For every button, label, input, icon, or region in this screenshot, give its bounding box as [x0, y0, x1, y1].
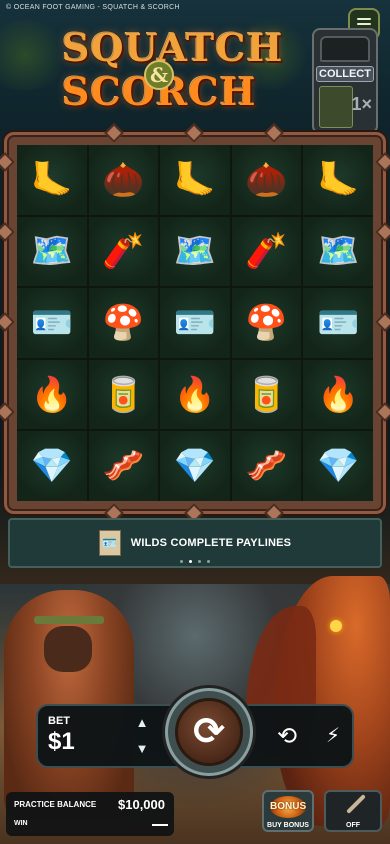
frame-stud — [375, 312, 390, 332]
pine-branch-left — [0, 20, 70, 90]
symbol-cell: 🌰 — [88, 145, 159, 215]
autoplay-button[interactable]: ⟲ — [272, 722, 302, 752]
symbol-cell: 🔥 — [17, 359, 87, 430]
bet-label: BET — [48, 715, 70, 727]
chevron-down-icon[interactable]: ▼ — [134, 742, 150, 756]
frame-stud — [0, 402, 15, 422]
bet-value: $1 — [48, 728, 75, 755]
frame-stud — [375, 402, 390, 422]
dragon-character — [246, 576, 390, 826]
bonus-badge: BONUS — [270, 796, 306, 818]
symbol-cell: 🦶 — [303, 145, 373, 215]
game-screen: © OCEAN FOOT GAMING - SQUATCH & SCORCH S… — [0, 0, 390, 844]
symbol-cell: 🍄 — [88, 288, 159, 358]
frame-stud — [0, 222, 15, 242]
symbol-cell: 🪪 — [17, 288, 87, 358]
logo-ampersand: & — [144, 60, 174, 90]
squatch-face — [44, 626, 92, 672]
symbol-cell: 🔥 — [303, 359, 373, 430]
frame-stud — [375, 152, 390, 172]
frame-stud — [264, 123, 284, 143]
refresh-icon: ⟳ — [193, 711, 225, 753]
headband — [34, 616, 104, 624]
off-label: OFF — [346, 822, 360, 829]
frame-stud — [0, 152, 15, 172]
symbol-cell: 🗺️ — [303, 216, 373, 287]
carousel-dot[interactable] — [207, 560, 210, 563]
symbol-cell: 🧨 — [231, 216, 302, 287]
collect-multiplier: 1× — [351, 94, 372, 114]
win-label: WIN — [14, 820, 28, 827]
symbol-cell: 💎 — [303, 431, 373, 501]
carousel-dot[interactable] — [180, 560, 183, 563]
truck-icon — [320, 36, 370, 62]
banner-text: WILDS COMPLETE PAYLINES — [130, 537, 292, 549]
ranger-card-icon: 🪪 — [98, 530, 121, 556]
symbol-cell: 🗺️ — [17, 216, 87, 287]
balance-label: PRACTICE BALANCE — [14, 800, 97, 809]
spin-button[interactable]: ⟳ — [175, 698, 243, 766]
carousel-dots — [0, 560, 390, 563]
symbol-cell: 🥓 — [231, 431, 302, 501]
balance-value: $10,000 — [118, 797, 165, 812]
symbol-cell: 🌰 — [231, 145, 302, 215]
win-value-placeholder — [152, 824, 168, 826]
symbol-cell: 🔥 — [160, 359, 230, 430]
symbol-cell: 💎 — [17, 431, 87, 501]
reel-frame: 🦶 🌰 🦶 🌰 🦶 🗺️ 🧨 🗺️ 🧨 🗺️ 🪪 🍄 🪪 🍄 🪪 🔥 🥫 🔥 🥫… — [0, 123, 390, 523]
turbo-button[interactable]: ⚡ — [322, 722, 344, 750]
symbol-cell: 💎 — [160, 431, 230, 501]
collect-slot — [319, 86, 353, 128]
symbol-cell: 🦶 — [17, 145, 87, 215]
dragon-eye — [330, 620, 342, 632]
symbol-cell: 🍄 — [231, 288, 302, 358]
buy-bonus-label: BUY BONUS — [267, 822, 309, 829]
lightning-icon: ⚡ — [325, 725, 341, 747]
copyright-text: © OCEAN FOOT GAMING - SQUATCH & SCORCH — [6, 4, 180, 11]
symbol-cell: 🪪 — [303, 288, 373, 358]
symbol-cell: 🥓 — [88, 431, 159, 501]
symbol-cell: 🧨 — [88, 216, 159, 287]
symbol-cell: 🪪 — [160, 288, 230, 358]
frame-stud — [0, 312, 15, 332]
carousel-dot[interactable] — [198, 560, 201, 563]
reel-grid: 🦶 🌰 🦶 🌰 🦶 🗺️ 🧨 🗺️ 🧨 🗺️ 🪪 🍄 🪪 🍄 🪪 🔥 🥫 🔥 🥫… — [17, 145, 373, 501]
symbol-cell: 🥫 — [88, 359, 159, 430]
frame-stud — [375, 222, 390, 242]
game-logo: SQUATCH & SCORCH — [62, 28, 282, 130]
carousel-dot-active[interactable] — [189, 560, 192, 563]
symbol-cell: 🗺️ — [160, 216, 230, 287]
collect-meter: COLLECT 1× — [312, 28, 378, 134]
stick-icon — [346, 794, 366, 814]
collect-label: COLLECT — [316, 66, 374, 82]
chevron-up-icon[interactable]: ▲ — [134, 716, 150, 730]
symbol-cell: 🦶 — [160, 145, 230, 215]
autoplay-icon: ⟲ — [276, 723, 298, 750]
menu-icon — [357, 18, 371, 20]
symbol-cell: 🥫 — [231, 359, 302, 430]
